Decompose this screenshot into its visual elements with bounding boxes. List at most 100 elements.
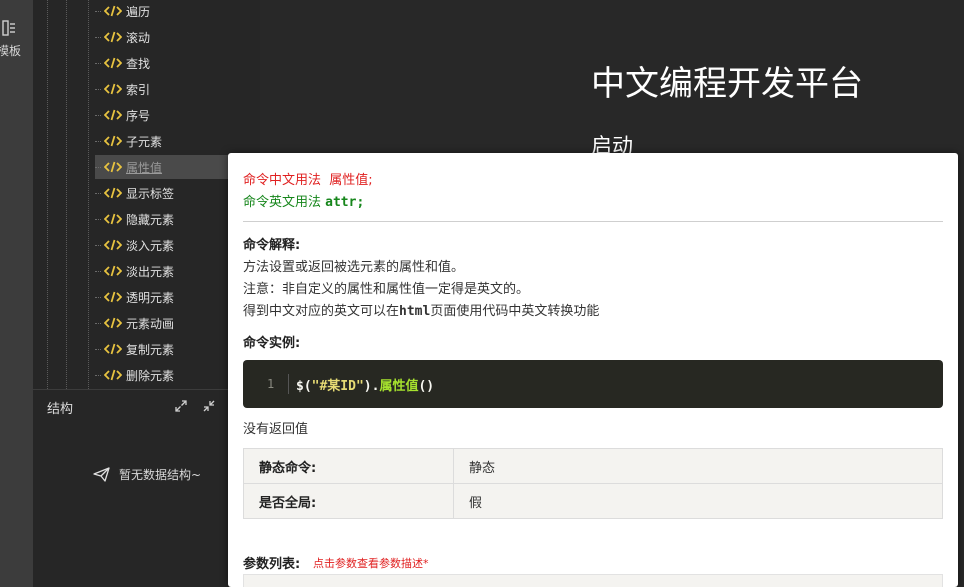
code-tag-icon	[104, 343, 122, 355]
table-row: 静态命令: 静态	[243, 448, 943, 484]
usage-cn-label: 命令中文用法	[243, 173, 322, 188]
table-row: 是否全局: 假	[243, 483, 943, 519]
code-token: ).	[363, 379, 380, 394]
explain-line-text: 得到中文对应的英文可以在	[243, 304, 400, 319]
code-tag-icon	[104, 265, 122, 277]
tree-item[interactable]: 滚动	[95, 25, 260, 49]
tree-item[interactable]: 索引	[95, 77, 260, 101]
tree-connector	[95, 322, 101, 324]
tree-item-label: 复制元素	[126, 342, 175, 357]
template-label: 模板	[0, 44, 22, 58]
tree-connector	[95, 192, 101, 194]
usage-en: 命令英文用法 attr;	[243, 191, 364, 210]
code-line: $("#某ID").属性值()	[296, 375, 434, 394]
tree-item-label: 透明元素	[126, 290, 175, 305]
code-tag-icon	[104, 83, 122, 95]
tree-guide-line	[88, 0, 89, 389]
explain-line-text: 页面使用代码中英文转换功能	[430, 304, 600, 319]
usage-en-code: attr;	[325, 195, 365, 210]
tree-item[interactable]: 遍历	[95, 0, 260, 23]
tree-item-label: 属性值	[126, 160, 163, 175]
usage-cn: 命令中文用法 属性值;	[243, 169, 373, 188]
code-example: 1 $("#某ID").属性值()	[243, 360, 943, 408]
tree-item-label: 删除元素	[126, 368, 175, 383]
code-token-string: "#某ID"	[311, 379, 364, 394]
tree-connector	[95, 244, 101, 246]
command-info-table: 静态命令: 静态 是否全局: 假	[243, 448, 943, 519]
structure-empty-state: 暂无数据结构~	[93, 466, 201, 483]
tree-guide-line	[47, 0, 48, 389]
code-tag-icon	[104, 57, 122, 69]
tree-guide-line	[66, 0, 67, 389]
tree-connector	[95, 140, 101, 142]
structure-title: 结构	[47, 402, 74, 417]
code-tag-icon	[104, 213, 122, 225]
table-value: 假	[453, 483, 943, 519]
code-tag-icon	[104, 161, 122, 173]
tree-connector	[95, 218, 101, 220]
code-tag-icon	[104, 317, 122, 329]
return-text: 没有返回值	[243, 422, 309, 437]
tree-item-label: 滚动	[126, 30, 151, 45]
tree-connector	[95, 348, 101, 350]
command-doc-popup: 命令中文用法 属性值; 命令英文用法 attr; 命令解释: 方法设置或返回被选…	[228, 153, 958, 587]
explain-line: 得到中文对应的英文可以在html页面使用代码中英文转换功能	[243, 300, 599, 319]
tree-item-label: 子元素	[126, 134, 163, 149]
params-hint: 点击参数查看参数描述*	[313, 557, 429, 570]
tree-item-label: 元素动画	[126, 316, 175, 331]
tree-item-label: 淡入元素	[126, 238, 175, 253]
tree-connector	[95, 374, 101, 376]
tree-connector	[95, 88, 101, 90]
tree-item-label: 序号	[126, 108, 151, 123]
tree-connector	[95, 10, 101, 12]
activity-bar: 模板	[0, 0, 33, 587]
tree-connector	[95, 62, 101, 64]
params-table	[243, 574, 943, 587]
tree-item[interactable]: 序号	[95, 103, 260, 127]
explain-line-code: html	[399, 304, 431, 319]
code-tag-icon	[104, 187, 122, 199]
code-tag-icon	[104, 135, 122, 147]
template-icon	[2, 20, 15, 36]
tree-item-label: 淡出元素	[126, 264, 175, 279]
table-key: 静态命令:	[243, 448, 454, 484]
code-token: $(	[296, 379, 312, 394]
code-line-number: 1	[267, 377, 275, 391]
tree-item[interactable]: 子元素	[95, 129, 260, 153]
code-tag-icon	[104, 5, 122, 17]
divider	[243, 221, 943, 222]
code-tag-icon	[104, 239, 122, 251]
table-key: 是否全局:	[243, 483, 454, 519]
example-title: 命令实例:	[243, 336, 301, 351]
code-tag-icon	[104, 31, 122, 43]
code-tag-icon	[104, 109, 122, 121]
tree-connector	[95, 114, 101, 116]
command-tree: 遍历滚动查找索引序号子元素属性值显示标签隐藏元素淡入元素淡出元素透明元素元素动画…	[33, 0, 260, 389]
template-button[interactable]: 模板	[0, 18, 33, 60]
tree-item[interactable]: 查找	[95, 51, 260, 75]
tree-connector	[95, 166, 101, 168]
page-title: 中文编程开发平台	[591, 64, 863, 104]
tree-item-label: 查找	[126, 56, 151, 71]
structure-empty-text: 暂无数据结构~	[119, 468, 202, 482]
tree-item-label: 隐藏元素	[126, 212, 175, 227]
usage-en-label: 命令英文用法	[243, 195, 322, 210]
tree-connector	[95, 36, 101, 38]
structure-panel: 结构 暂无数据结构~	[33, 389, 260, 587]
table-value: 静态	[453, 448, 943, 484]
code-tag-icon	[104, 369, 122, 381]
tree-item-label: 索引	[126, 82, 151, 97]
code-tag-icon	[104, 291, 122, 303]
code-gutter-divider	[288, 374, 289, 394]
code-token-function: 属性值	[379, 379, 419, 394]
tree-item-label: 显示标签	[126, 186, 175, 201]
usage-cn-code: 属性值;	[329, 173, 373, 188]
explain-line: 注意：非自定义的属性和属性值一定得是英文的。	[243, 282, 530, 297]
explain-line: 方法设置或返回被选元素的属性和值。	[243, 260, 465, 275]
collapse-icon[interactable]	[203, 400, 215, 412]
paper-plane-icon	[93, 467, 110, 482]
tree-connector	[95, 296, 101, 298]
params-title: 参数列表:	[243, 557, 301, 572]
expand-icon[interactable]	[175, 400, 187, 412]
tree-connector	[95, 270, 101, 272]
